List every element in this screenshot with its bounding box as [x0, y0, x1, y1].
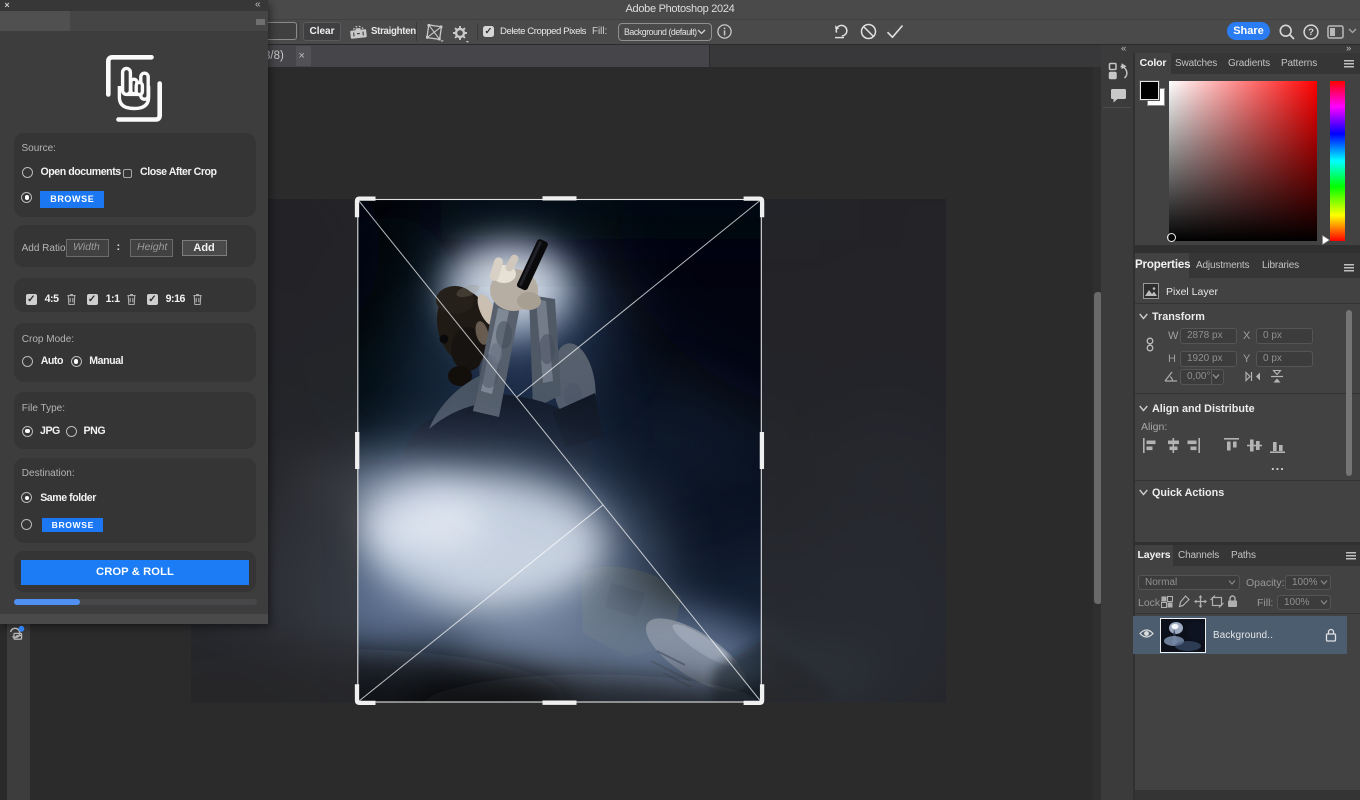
svg-text:?: ? [1308, 27, 1314, 38]
